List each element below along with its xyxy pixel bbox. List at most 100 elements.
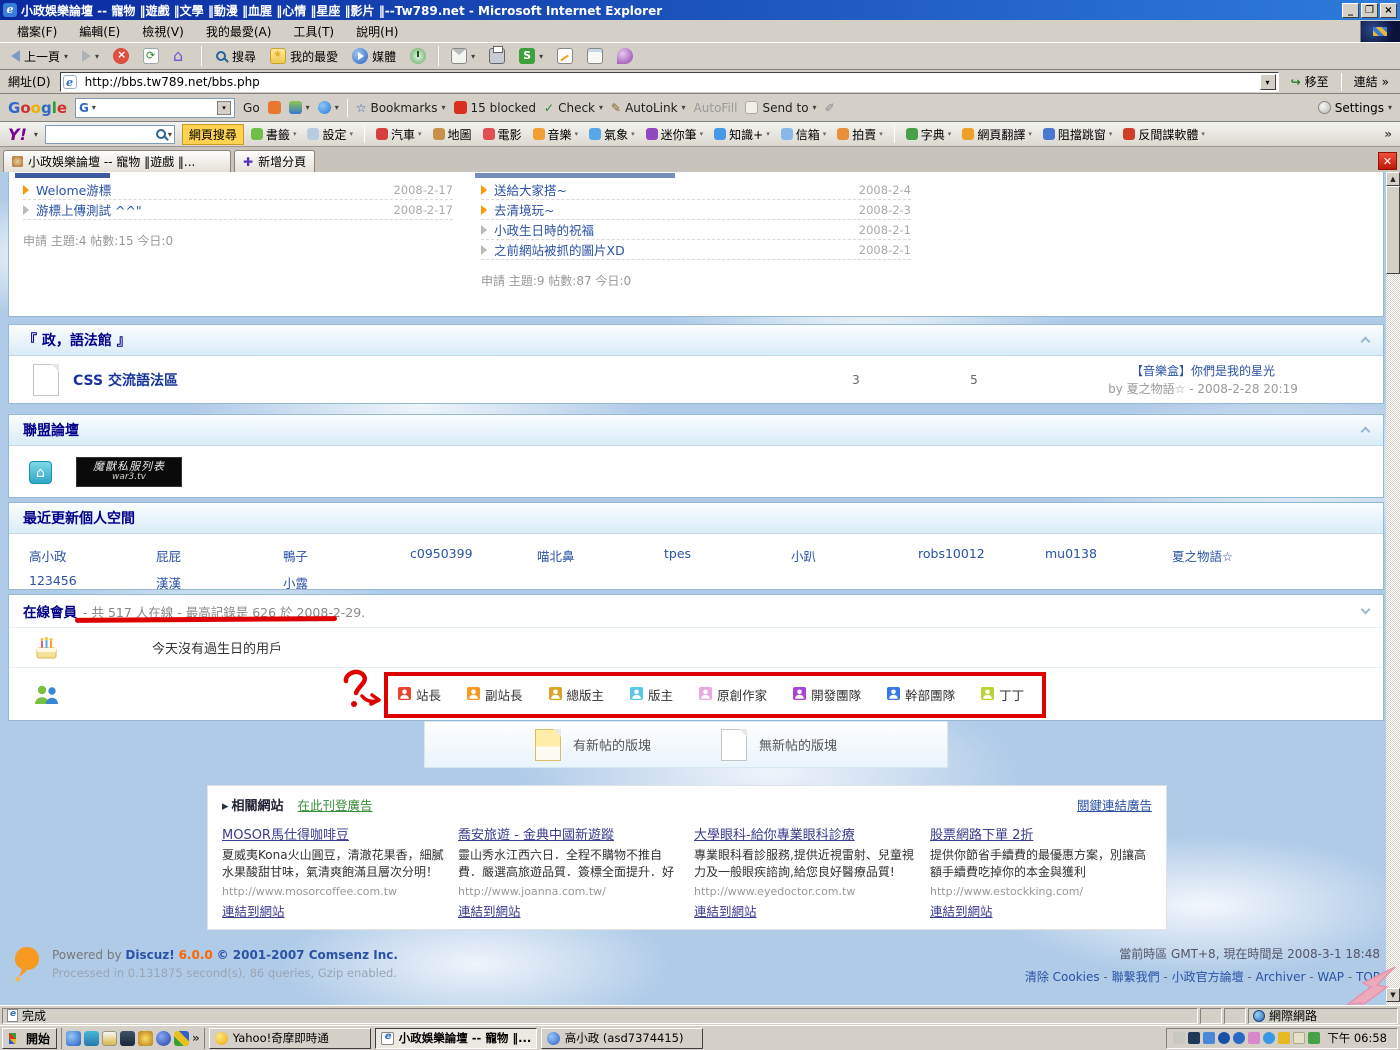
yahoo-toolbar-item[interactable]: 汽車▾ [376,126,422,143]
stop-button[interactable] [108,46,134,66]
ad-title-link[interactable]: 股票網路下單 2折 [930,824,1156,843]
quick-launch-icon[interactable] [102,1031,117,1046]
user-space-link[interactable]: 小露 [283,573,410,592]
check-caret[interactable]: ▾ [599,103,603,112]
google-autolink-button[interactable]: ✎AutoLink▾ [611,101,686,115]
tab-active[interactable]: 小政娛樂論壇 -- 寵物 ‖遊戲 ‖... [3,150,231,172]
yahoo-toolbar-item[interactable]: 反間諜軟體▾ [1123,126,1205,143]
address-dropdown-button[interactable]: ▾ [1260,74,1276,90]
scrollbar-thumb[interactable] [1386,186,1400,274]
yahoo-toolbar-item[interactable]: 迷你筆▾ [646,126,704,143]
yahoo-toolbar-item[interactable]: 網頁翻譯▾ [962,126,1032,143]
footer-link[interactable]: 聯繫我們 [1112,970,1160,984]
thread-title-link[interactable]: 小政生日時的祝福 [494,220,859,239]
collapse-chevron-icon[interactable] [1361,427,1371,437]
discuss-button[interactable] [612,46,638,66]
collapse-chevron-icon[interactable] [1361,605,1371,615]
quick-launch-icon[interactable] [84,1031,99,1046]
google-settings-button[interactable]: Settings▾ [1318,101,1392,115]
scroll-up-button[interactable]: ▲ [1386,172,1400,186]
back-dropdown-caret[interactable]: ▾ [64,52,68,61]
yahoo-web-search-button[interactable]: 網頁搜尋 [182,124,244,145]
user-space-link[interactable]: 屁屁 [156,546,283,565]
yahoo-search-caret[interactable]: ▾ [168,130,172,139]
bookmarks-caret[interactable]: ▾ [442,103,446,112]
footer-link[interactable]: 小政官方論壇 [1172,970,1244,984]
yahoo-toolbar-item[interactable]: 電影 [483,126,522,143]
last-post-link[interactable]: 【音樂盒】你們是我的星光 [1033,362,1373,380]
edit-button[interactable] [552,46,578,66]
print-button[interactable] [484,46,510,66]
ad-title-link[interactable]: MOSOR馬仕得咖啡豆 [222,824,448,843]
forum-link[interactable]: CSS 交流語法區 [73,370,797,390]
translate-button[interactable]: S▾ [514,46,548,66]
tray-icon[interactable] [1203,1032,1215,1044]
minimize-button[interactable]: _ [1342,3,1359,18]
tab-bar-close-button[interactable]: ✕ [1378,152,1397,170]
thread-title-link[interactable]: 游標上傳測試 ^^" [36,200,393,219]
address-url[interactable]: http://bbs.tw789.net/bbs.php [85,75,1256,89]
google-g-caret[interactable]: ▾ [92,103,96,112]
yahoo-overflow-chevron[interactable]: » [1384,127,1392,141]
google-search-dropdown[interactable]: ▾ [217,101,231,115]
refresh-button[interactable] [138,46,164,66]
ad-visit-link[interactable]: 連結到網站 [930,901,1156,920]
collapse-chevron-icon[interactable] [1361,337,1371,347]
yahoo-logo-caret[interactable]: ▾ [34,130,38,139]
yahoo-toolbar-item[interactable]: 字典▾ [906,126,952,143]
yahoo-toolbar-item[interactable]: 拍賣▾ [837,126,883,143]
yahoo-toolbar-item[interactable]: 音樂▾ [533,126,579,143]
menu-item[interactable]: 檔案(F) [8,20,66,43]
home-button[interactable]: ⌂ [168,46,194,66]
home-link-icon[interactable]: ⌂ [29,461,52,484]
footer-link[interactable]: Archiver [1256,970,1306,984]
menu-item[interactable]: 編輯(E) [70,20,129,43]
forward-dropdown-caret[interactable]: ▾ [95,52,99,61]
menu-item[interactable]: 工具(T) [284,20,343,43]
war3-banner-link[interactable]: 魔獸私服列表 war3.tv [76,457,182,487]
tray-icon[interactable] [1218,1032,1230,1044]
user-space-link[interactable]: c0950399 [410,546,537,565]
mail-dropdown-caret[interactable]: ▾ [471,52,475,61]
publish-ad-link[interactable]: 在此刊登廣告 [298,795,373,814]
close-button[interactable]: × [1380,3,1397,18]
user-space-link[interactable]: 123456 [29,573,156,592]
google-sendto-button[interactable]: Send to▾ [745,101,816,115]
tray-icon[interactable] [1263,1032,1275,1044]
highlighter-icon[interactable]: ✐ [825,101,835,115]
ad-visit-link[interactable]: 連結到網站 [222,901,448,920]
user-space-link[interactable]: 喵北鼻 [537,546,664,565]
settings-caret[interactable]: ▾ [1388,103,1392,112]
tray-volume-icon[interactable] [1173,1032,1185,1044]
yahoo-toolbar-item[interactable]: 氣象▾ [589,126,635,143]
yahoo-toolbar-item[interactable]: 知識+▾ [714,126,770,143]
autolink-caret[interactable]: ▾ [682,103,686,112]
google-spellcheck-button[interactable]: ✓Check▾ [544,101,603,115]
quick-launch-icon[interactable] [138,1031,153,1046]
quick-launch-icon[interactable] [120,1031,135,1046]
tray-icon[interactable] [1278,1032,1290,1044]
sendto-caret[interactable]: ▾ [813,103,817,112]
discuz-link[interactable]: Discuz! [125,948,174,962]
mail-button[interactable]: ▾ [446,46,480,66]
google-search-input[interactable]: G▾ ▾ [75,98,235,118]
footer-link[interactable]: 清除 Cookies [1025,970,1100,984]
google-comment-button[interactable]: ▾ [318,101,339,114]
user-space-link[interactable]: 夏之物語☆ [1172,546,1299,565]
yahoo-toolbar-item[interactable]: 設定▾ [307,126,353,143]
google-popup-blocker-button[interactable]: 15 blocked [454,101,537,115]
user-space-link[interactable]: 漢漢 [156,573,283,592]
ad-visit-link[interactable]: 連結到網站 [458,901,684,920]
taskbar-window-button[interactable]: Yahoo!奇摩即時通 [209,1028,371,1049]
ad-title-link[interactable]: 喬安旅遊 - 金典中國新遊蹤 [458,824,684,843]
back-button[interactable]: 上一頁▾ [6,46,73,67]
ad-title-link[interactable]: 大學眼科-給你專業眼科診療 [694,824,920,843]
tray-icon[interactable] [1188,1032,1200,1044]
vertical-scrollbar[interactable]: ▲ ▼ [1386,172,1400,1005]
quick-launch-ie-icon[interactable] [66,1031,81,1046]
user-space-link[interactable]: 高小政 [29,546,156,565]
google-pagerank-button[interactable]: ▾ [289,101,310,114]
user-space-link[interactable]: robs10012 [918,546,1045,565]
go-button[interactable]: ↪移至 [1284,72,1336,91]
google-go-button[interactable]: Go [243,101,260,115]
